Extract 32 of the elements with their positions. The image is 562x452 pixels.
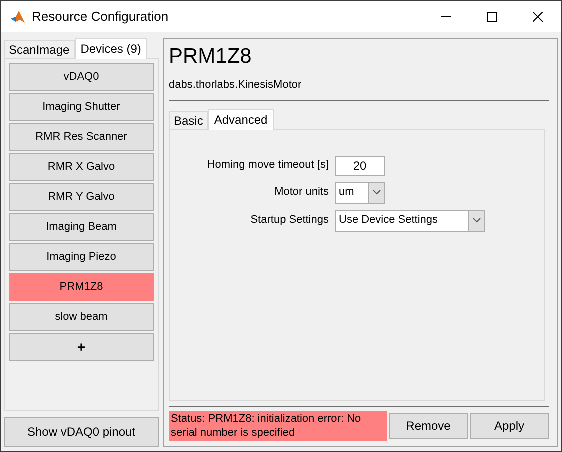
field-label: Homing move timeout [s]: [206, 158, 330, 174]
maximize-icon: [487, 12, 497, 22]
show-pinout-button[interactable]: Show vDAQ0 pinout: [4, 417, 159, 447]
device-name: PRM1Z8: [169, 44, 252, 70]
tab[interactable]: Basic: [169, 110, 208, 128]
tab[interactable]: Devices (9): [74, 38, 148, 59]
window-title: Resource Configuration: [32, 8, 169, 26]
app-logo-icon: [10, 8, 26, 24]
device-button[interactable]: Imaging Beam: [9, 213, 154, 241]
status-message: Status: PRM1Z8: initialization error: No serial number is specified: [169, 411, 387, 441]
apply-button[interactable]: Apply: [470, 413, 549, 439]
device-button[interactable]: RMR X Galvo: [9, 153, 154, 181]
add-device-button[interactable]: +: [9, 333, 154, 361]
device-button[interactable]: PRM1Z8: [9, 273, 154, 301]
device-class: dabs.thorlabs.KinesisMotor: [169, 78, 302, 93]
caret-icon: [472, 218, 480, 223]
field-label: Motor units: [274, 185, 330, 200]
device-button[interactable]: Imaging Shutter: [9, 93, 154, 121]
remove-button[interactable]: Remove: [389, 413, 468, 439]
tab[interactable]: ScanImage: [4, 40, 75, 58]
device-button[interactable]: Imaging Piezo: [9, 243, 154, 271]
field-label: Startup Settings: [250, 213, 330, 228]
tab[interactable]: Advanced: [208, 108, 274, 130]
device-button[interactable]: RMR Res Scanner: [9, 123, 154, 151]
dropdown[interactable]: Use Device Settings: [335, 210, 485, 232]
timeout-field[interactable]: 20: [335, 156, 385, 176]
caret-icon: [372, 190, 380, 195]
device-button[interactable]: vDAQ0: [9, 63, 154, 91]
device-button[interactable]: slow beam: [9, 303, 154, 331]
device-button[interactable]: RMR Y Galvo: [9, 183, 154, 211]
close-icon: [533, 12, 543, 22]
dropdown[interactable]: um: [335, 182, 385, 204]
